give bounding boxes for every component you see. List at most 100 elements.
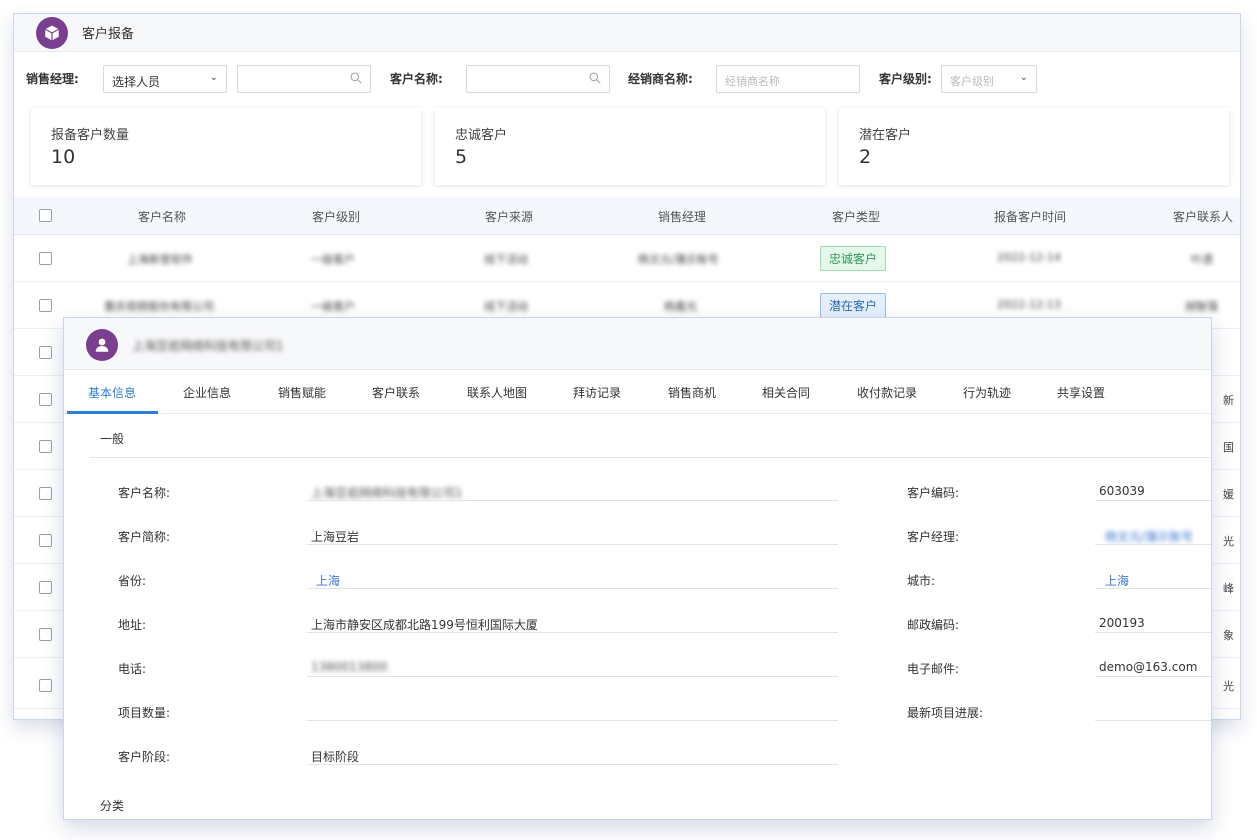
column-header: 客户级别: [312, 210, 361, 224]
table-row[interactable]: 上海新誉软件 一级客户 线下活动 杨文元/蒲示账号 忠诚客户 2022-12-1…: [14, 235, 1240, 282]
tab-sales-enablement[interactable]: 销售赋能: [278, 384, 326, 401]
detail-tabs: 基本信息 企业信息 销售赋能 客户联系 联系人地图 拜访记录 销售商机 相关合同…: [64, 370, 1211, 414]
stat-value: 5: [455, 146, 468, 168]
field-underline: [1095, 500, 1211, 501]
field-label: 客户名称:: [118, 486, 171, 500]
stat-card-loyal: 忠诚客户 5: [435, 108, 825, 185]
customer-level-select[interactable]: 客户级别 ⌄: [941, 65, 1037, 93]
field-label: 省份:: [118, 574, 147, 588]
field-label: 客户经理:: [907, 530, 960, 544]
province-link[interactable]: 上海: [316, 572, 340, 589]
field-label: 邮政编码:: [907, 618, 960, 632]
column-header: 客户类型: [832, 210, 881, 224]
cell-customer-name: 上海新誉软件: [127, 253, 193, 266]
stat-value: 10: [51, 146, 76, 168]
cell-customer-name: 重庆视频股份有限公司: [104, 300, 214, 313]
field-underline: [1095, 676, 1211, 677]
stat-card-potential: 潜在客户 2: [839, 108, 1229, 185]
tab-sales-opportunities[interactable]: 销售商机: [668, 384, 716, 401]
stat-label: 潜在客户: [859, 128, 912, 143]
row-checkbox[interactable]: [39, 393, 52, 406]
field-underline: [307, 764, 838, 765]
cell-customer-source: 线下活动: [484, 253, 528, 266]
stat-label: 忠诚客户: [455, 128, 508, 143]
cell-customer-level: 一级客户: [311, 300, 355, 313]
city-link[interactable]: 上海: [1105, 572, 1129, 589]
row-checkbox[interactable]: [39, 679, 52, 692]
field-label: 项目数量:: [118, 706, 171, 720]
cell-report-date: 2022-12-13: [997, 298, 1061, 311]
section-title-general: 一般: [100, 432, 125, 446]
tab-contact-map[interactable]: 联系人地图: [467, 384, 527, 401]
field-label: 客户简称:: [118, 530, 171, 544]
sales-manager-select[interactable]: 选择人员 ⌄: [103, 65, 227, 93]
search-icon: [589, 72, 601, 84]
field-label: 客户编码:: [907, 486, 960, 500]
status-badge: 忠诚客户: [820, 246, 887, 271]
cell-contact: 胡智强: [1185, 300, 1218, 313]
section-title-category: 分类: [100, 799, 125, 813]
user-icon: [86, 329, 118, 361]
cell-contact: 叶透: [1191, 253, 1213, 266]
address-value: 上海市静安区成都北路199号恒利国际大厦: [311, 618, 538, 632]
dealer-name-placeholder: 经销商名称: [725, 75, 780, 88]
row-checkbox[interactable]: [39, 440, 52, 453]
column-header: 客户名称: [138, 210, 187, 224]
tab-contracts[interactable]: 相关合同: [762, 384, 810, 401]
tab-customer-contact[interactable]: 客户联系: [372, 384, 420, 401]
tab-payment-records[interactable]: 收付款记录: [857, 384, 917, 401]
cell-contact: 媛: [1223, 488, 1234, 501]
sales-manager-search-input[interactable]: [237, 65, 371, 93]
stage-value: 目标阶段: [311, 750, 360, 764]
customer-level-label: 客户级别:: [879, 72, 932, 86]
field-underline: [1095, 544, 1211, 545]
row-checkbox[interactable]: [39, 487, 52, 500]
field-underline: [1095, 632, 1211, 633]
short-name-value: 上海豆岩: [311, 530, 360, 544]
detail-header: 上海豆岩网络科技有限公司1: [64, 318, 1211, 370]
row-checkbox[interactable]: [39, 534, 52, 547]
stat-label: 报备客户数量: [51, 128, 130, 143]
field-label: 最新项目进展:: [907, 706, 984, 720]
cell-customer-source: 线下活动: [484, 300, 528, 313]
dealer-name-input[interactable]: 经销商名称: [716, 65, 860, 93]
cell-contact: 象: [1223, 629, 1234, 642]
tab-visit-records[interactable]: 拜访记录: [573, 384, 621, 401]
column-header: 销售经理: [658, 210, 707, 224]
row-checkbox[interactable]: [39, 299, 52, 312]
cell-contact: 光: [1223, 535, 1234, 548]
field-label: 客户阶段:: [118, 750, 171, 764]
field-label: 电话:: [118, 662, 147, 676]
customer-manager-link[interactable]: 杨文元/蒲示账号: [1105, 528, 1193, 545]
chevron-down-icon: ⌄: [209, 72, 218, 83]
field-underline: [307, 544, 838, 545]
row-checkbox[interactable]: [39, 628, 52, 641]
postal-code-value: 200193: [1099, 616, 1145, 630]
cell-contact: 光: [1223, 680, 1234, 693]
field-underline: [1095, 720, 1211, 721]
field-underline: [1095, 588, 1211, 589]
field-underline: [307, 720, 838, 721]
active-tab-indicator: [67, 411, 158, 414]
stat-value: 2: [859, 146, 872, 168]
customer-name-input[interactable]: [466, 65, 610, 93]
tab-basic-info[interactable]: 基本信息: [88, 384, 136, 401]
row-checkbox[interactable]: [39, 346, 52, 359]
select-all-checkbox[interactable]: [39, 209, 52, 222]
row-checkbox[interactable]: [39, 581, 52, 594]
cell-contact: 国: [1223, 441, 1234, 454]
dealer-name-label: 经销商名称:: [628, 72, 693, 86]
tab-enterprise-info[interactable]: 企业信息: [183, 384, 231, 401]
cell-sales-manager: 杨嘉光: [664, 300, 697, 313]
column-header: 报备客户时间: [994, 210, 1067, 224]
detail-title: 上海豆岩网络科技有限公司1: [132, 339, 284, 353]
row-checkbox[interactable]: [39, 252, 52, 265]
field-underline: [307, 500, 838, 501]
customer-detail-window: 上海豆岩网络科技有限公司1 基本信息 企业信息 销售赋能 客户联系 联系人地图 …: [63, 317, 1212, 820]
tab-behavior-track[interactable]: 行为轨迹: [963, 384, 1011, 401]
status-badge: 潜在客户: [820, 293, 887, 318]
search-icon: [350, 72, 362, 84]
tab-share-settings[interactable]: 共享设置: [1057, 384, 1105, 401]
sales-manager-select-text: 选择人员: [112, 75, 161, 89]
customer-code-value: 603039: [1099, 484, 1145, 498]
